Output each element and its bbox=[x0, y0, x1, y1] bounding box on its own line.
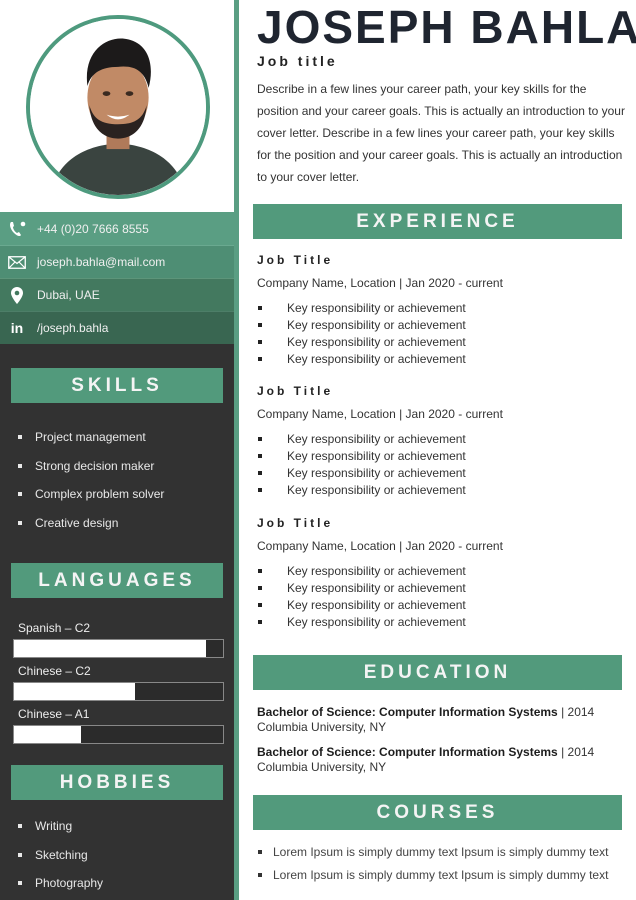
education-degree: Bachelor of Science: Computer Informatio… bbox=[257, 705, 558, 719]
phone-icon bbox=[0, 221, 34, 237]
skill-item: Strong decision maker bbox=[18, 452, 164, 481]
profile-photo bbox=[26, 15, 210, 199]
hobby-item: Sketching bbox=[18, 841, 103, 870]
skills-heading: SKILLS bbox=[11, 368, 223, 403]
education-heading: EDUCATION bbox=[253, 655, 622, 690]
experience-company: Company Name, Location | Jan 2020 - curr… bbox=[257, 539, 503, 553]
language-level-fill bbox=[14, 726, 81, 743]
education-school: Columbia University, NY bbox=[257, 720, 387, 734]
experience-bullets: Key responsibility or achievement Key re… bbox=[257, 562, 627, 630]
course-item: Lorem Ipsum is simply dummy text Ipsum i… bbox=[258, 840, 608, 863]
job-title: Job title bbox=[257, 53, 338, 69]
language-label: Chinese – C2 bbox=[18, 664, 91, 678]
education-school: Columbia University, NY bbox=[257, 760, 387, 774]
bullet-icon bbox=[18, 824, 22, 829]
education-degree: Bachelor of Science: Computer Informatio… bbox=[257, 745, 558, 759]
intro-paragraph: Describe in a few lines your career path… bbox=[257, 82, 625, 184]
contact-location: Dubai, UAE bbox=[0, 278, 234, 311]
bullet-icon bbox=[258, 305, 262, 310]
bullet-icon bbox=[258, 322, 262, 327]
course-item: Lorem Ipsum is simply dummy text Ipsum i… bbox=[258, 863, 608, 886]
bullet-icon bbox=[258, 436, 262, 441]
language-level-fill bbox=[14, 640, 207, 657]
hobbies-list: Writing Sketching Photography bbox=[18, 812, 103, 898]
education-year: | 2014 bbox=[561, 705, 595, 719]
experience-bullet: Key responsibility or achievement bbox=[257, 333, 627, 350]
bullet-icon bbox=[258, 849, 262, 854]
experience-bullet: Key responsibility or achievement bbox=[257, 316, 627, 333]
experience-bullet: Key responsibility or achievement bbox=[257, 447, 627, 464]
avatar-illustration bbox=[30, 19, 206, 195]
contact-location-text: Dubai, UAE bbox=[37, 288, 100, 302]
language-level-bar bbox=[13, 725, 224, 744]
courses-heading: COURSES bbox=[253, 795, 622, 830]
bullet-icon bbox=[258, 568, 262, 573]
contact-phone[interactable]: +44 (0)20 7666 8555 bbox=[0, 212, 234, 245]
language-level-bar bbox=[13, 682, 224, 701]
contact-email-text: joseph.bahla@mail.com bbox=[37, 255, 166, 269]
experience-bullet: Key responsibility or achievement bbox=[257, 562, 627, 579]
skill-item: Complex problem solver bbox=[18, 480, 164, 509]
contact-linkedin-text: /joseph.bahla bbox=[37, 321, 109, 335]
experience-bullet: Key responsibility or achievement bbox=[257, 350, 627, 367]
experience-job-title: Job Title bbox=[257, 253, 334, 267]
bullet-icon bbox=[18, 520, 22, 525]
hobby-item: Writing bbox=[18, 812, 103, 841]
hobby-item: Photography bbox=[18, 869, 103, 898]
education-entry: Bachelor of Science: Computer Informatio… bbox=[257, 745, 627, 775]
language-label: Chinese – A1 bbox=[18, 707, 90, 721]
language-label: Spanish – C2 bbox=[18, 621, 91, 635]
bullet-icon bbox=[258, 453, 262, 458]
contact-email[interactable]: joseph.bahla@mail.com bbox=[0, 245, 234, 278]
languages-heading: LANGUAGES bbox=[11, 563, 223, 598]
contact-phone-text: +44 (0)20 7666 8555 bbox=[37, 221, 149, 236]
bullet-icon bbox=[18, 435, 22, 440]
experience-job-title: Job Title bbox=[257, 384, 334, 398]
hobbies-heading: HOBBIES bbox=[11, 765, 223, 800]
experience-bullet: Key responsibility or achievement bbox=[257, 579, 627, 596]
skills-list: Project management Strong decision maker… bbox=[18, 423, 164, 537]
skill-item: Project management bbox=[18, 423, 164, 452]
experience-entry: Job Title Company Name, Location | Jan 2… bbox=[257, 253, 627, 367]
experience-bullet: Key responsibility or achievement bbox=[257, 596, 627, 613]
sidebar-divider-stripe bbox=[234, 0, 239, 900]
language-level-fill bbox=[14, 683, 136, 700]
bullet-icon bbox=[258, 619, 262, 624]
envelope-icon bbox=[0, 255, 34, 269]
linkedin-icon: in bbox=[10, 320, 24, 336]
experience-entry: Job Title Company Name, Location | Jan 2… bbox=[257, 384, 627, 498]
experience-bullets: Key responsibility or achievement Key re… bbox=[257, 299, 627, 367]
experience-bullet: Key responsibility or achievement bbox=[257, 481, 627, 498]
experience-bullet: Key responsibility or achievement bbox=[257, 299, 627, 316]
contact-linkedin[interactable]: in /joseph.bahla bbox=[0, 311, 234, 344]
skill-item: Creative design bbox=[18, 509, 164, 538]
bullet-icon bbox=[18, 881, 22, 886]
experience-bullet: Key responsibility or achievement bbox=[257, 464, 627, 481]
bullet-icon bbox=[258, 585, 262, 590]
education-entry: Bachelor of Science: Computer Informatio… bbox=[257, 705, 627, 735]
experience-job-title: Job Title bbox=[257, 516, 334, 530]
language-level-bar bbox=[13, 639, 224, 658]
education-year: | 2014 bbox=[561, 745, 595, 759]
bullet-icon bbox=[258, 487, 262, 492]
bullet-icon bbox=[18, 492, 22, 497]
bullet-icon bbox=[258, 356, 262, 361]
bullet-icon bbox=[258, 339, 262, 344]
bullet-icon bbox=[258, 470, 262, 475]
experience-entry: Job Title Company Name, Location | Jan 2… bbox=[257, 516, 627, 630]
location-pin-icon bbox=[0, 286, 34, 304]
photo-area bbox=[0, 0, 234, 212]
experience-bullets: Key responsibility or achievement Key re… bbox=[257, 430, 627, 498]
bullet-icon bbox=[258, 872, 262, 877]
experience-company: Company Name, Location | Jan 2020 - curr… bbox=[257, 407, 503, 421]
bullet-icon bbox=[18, 463, 22, 468]
experience-bullet: Key responsibility or achievement bbox=[257, 430, 627, 447]
experience-heading: EXPERIENCE bbox=[253, 204, 622, 239]
bullet-icon bbox=[18, 852, 22, 857]
experience-bullet: Key responsibility or achievement bbox=[257, 613, 627, 630]
courses-list: Lorem Ipsum is simply dummy text Ipsum i… bbox=[258, 840, 608, 886]
experience-company: Company Name, Location | Jan 2020 - curr… bbox=[257, 276, 503, 290]
candidate-name: JOSEPH BAHLA bbox=[257, 1, 636, 53]
bullet-icon bbox=[258, 602, 262, 607]
